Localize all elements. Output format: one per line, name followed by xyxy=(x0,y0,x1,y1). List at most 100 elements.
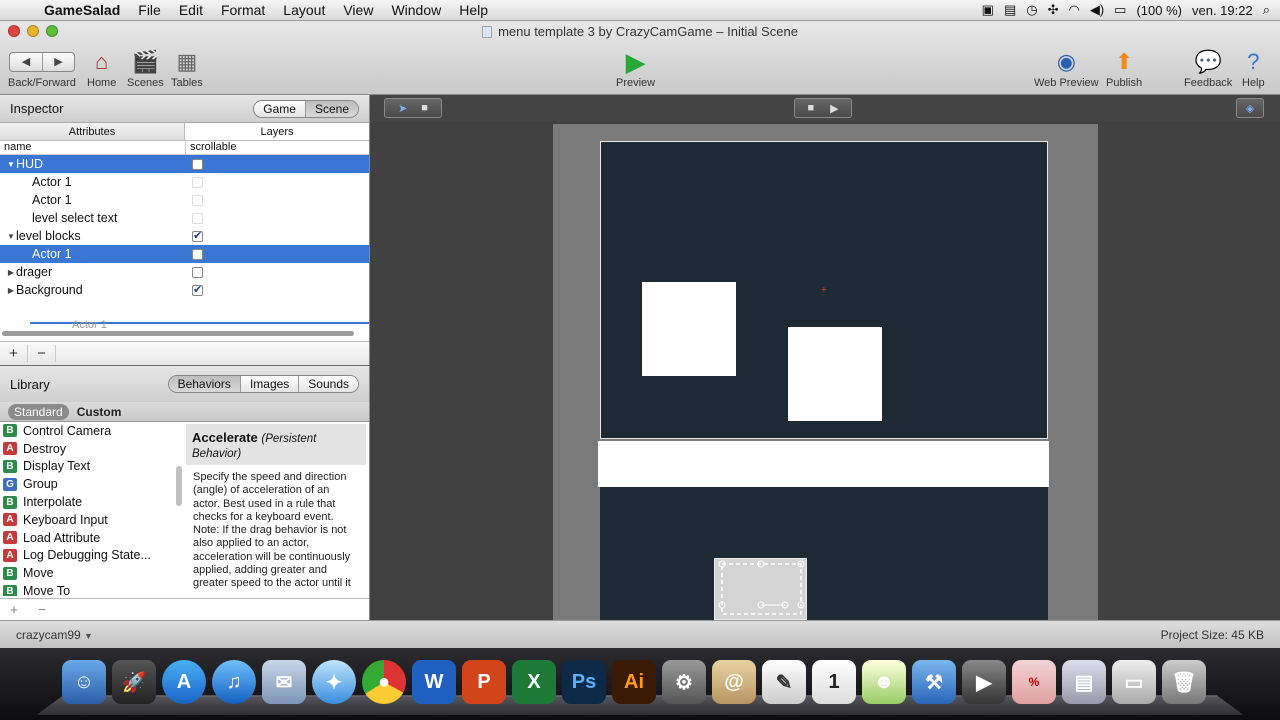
scene-tab[interactable]: Scene xyxy=(304,100,358,117)
scene-tool-selector[interactable]: ➤ ■ xyxy=(384,98,442,118)
menu-layout[interactable]: Layout xyxy=(274,2,334,18)
horizontal-scrollbar[interactable] xyxy=(2,331,354,336)
user-account[interactable]: crazycam99 ▼ xyxy=(16,628,93,642)
trash-icon[interactable]: 🗑 xyxy=(1162,660,1206,704)
itunes-icon[interactable]: ♫ xyxy=(212,660,256,704)
menu-edit[interactable]: Edit xyxy=(170,2,212,18)
behavior-list-scrollbar[interactable] xyxy=(176,466,182,506)
powerpoint-icon[interactable]: P xyxy=(462,660,506,704)
system-preferences-icon[interactable]: ⚙ xyxy=(662,660,706,704)
behavior-item[interactable]: B Move To xyxy=(0,582,176,596)
screen-recorder-icon[interactable]: ▶ xyxy=(962,660,1006,704)
scrollable-checkbox[interactable] xyxy=(192,266,203,278)
textedit-icon[interactable]: ✎ xyxy=(762,660,806,704)
home-button[interactable]: ⌂ Home xyxy=(87,47,116,89)
behavior-item[interactable]: A Keyboard Input xyxy=(0,511,176,529)
layer-row[interactable]: Actor 1 xyxy=(0,245,369,263)
tab-images[interactable]: Images xyxy=(239,376,299,392)
clock[interactable]: ven. 19:22 xyxy=(1192,3,1253,18)
menu-help[interactable]: Help xyxy=(450,2,497,18)
excel-icon[interactable]: X xyxy=(512,660,556,704)
battery-icon[interactable]: ▭ xyxy=(1114,2,1126,18)
add-layer-button[interactable]: + xyxy=(0,345,28,362)
scrollable-checkbox[interactable] xyxy=(192,176,203,188)
scrollable-checkbox[interactable] xyxy=(192,212,203,224)
launchpad-icon[interactable]: 🚀 xyxy=(112,660,156,704)
tab-sounds[interactable]: Sounds xyxy=(298,376,358,392)
volume-icon[interactable]: ◀) xyxy=(1090,2,1104,18)
contacts-icon[interactable]: @ xyxy=(712,660,756,704)
selected-actor-frame[interactable] xyxy=(714,558,807,620)
column-scrollable[interactable]: scrollable xyxy=(186,141,236,154)
actor-white-strip[interactable] xyxy=(598,441,1049,487)
scrollable-checkbox[interactable] xyxy=(192,283,203,296)
scenes-button[interactable]: 🎬 Scenes xyxy=(127,47,164,89)
time-machine-icon[interactable]: ◷ xyxy=(1026,2,1037,18)
tab-behaviors[interactable]: Behaviors xyxy=(168,376,240,392)
behavior-item[interactable]: A Log Debugging State... xyxy=(0,547,176,565)
preview-app-icon[interactable]: ✉ xyxy=(262,660,306,704)
add-behavior-button[interactable]: + xyxy=(0,602,28,617)
document-icon[interactable]: ▤ xyxy=(1004,2,1016,18)
app-store-icon[interactable]: A xyxy=(162,660,206,704)
layer-row[interactable]: ▼ level blocks xyxy=(0,227,369,245)
disclosure-closed-icon[interactable]: ▶ xyxy=(6,286,16,295)
menu-format[interactable]: Format xyxy=(212,2,274,18)
publish-button[interactable]: ⬆ Publish xyxy=(1106,47,1142,89)
disclosure-open-icon[interactable]: ▼ xyxy=(6,232,16,241)
chrome-icon[interactable]: ● xyxy=(362,660,406,704)
tables-button[interactable]: ▦ Tables xyxy=(171,47,203,89)
preview-button[interactable]: ▶ Preview xyxy=(616,47,655,90)
layer-row[interactable]: Actor 1 xyxy=(0,191,369,209)
finder-icon[interactable]: ☺ xyxy=(62,660,106,704)
actor-block-2[interactable] xyxy=(788,327,882,421)
remove-layer-button[interactable]: − xyxy=(28,345,56,362)
gamesalad-icon[interactable]: ☻ xyxy=(862,660,906,704)
bluetooth-icon[interactable]: ✣ xyxy=(1048,2,1059,18)
disclosure-open-icon[interactable]: ▼ xyxy=(6,160,16,169)
forward-arrow-icon[interactable]: ▶ xyxy=(41,53,74,71)
downloads-stack-icon[interactable]: ▤ xyxy=(1062,660,1106,704)
wifi-icon[interactable]: ◠ xyxy=(1069,2,1080,18)
back-arrow-icon[interactable]: ◀ xyxy=(10,53,42,71)
xcode-icon[interactable]: ⚒ xyxy=(912,660,956,704)
behavior-item[interactable]: B Display Text xyxy=(0,458,176,476)
help-button[interactable]: ? Help xyxy=(1242,47,1265,89)
layer-row[interactable]: level select text xyxy=(0,209,369,227)
safari-icon[interactable]: ✦ xyxy=(312,660,356,704)
scene-options-button[interactable]: ◈ xyxy=(1236,98,1264,118)
menu-view[interactable]: View xyxy=(334,2,382,18)
camera-tool-icon[interactable]: ■ xyxy=(421,102,428,114)
scrollable-checkbox[interactable] xyxy=(192,229,203,242)
stop-icon[interactable]: ■ xyxy=(807,102,814,114)
remove-behavior-button[interactable]: − xyxy=(28,602,56,617)
menu-file[interactable]: File xyxy=(129,2,170,18)
scrollable-checkbox[interactable] xyxy=(192,194,203,206)
scrollable-checkbox[interactable] xyxy=(192,158,203,170)
document-thumbnail-icon[interactable]: % xyxy=(1012,660,1056,704)
calendar-icon[interactable]: 1 xyxy=(812,660,856,704)
play-scene-icon[interactable]: ▶ xyxy=(830,102,838,115)
spotlight-icon[interactable]: ⌕ xyxy=(1263,2,1270,18)
word-icon[interactable]: W xyxy=(412,660,456,704)
subtab-custom[interactable]: Custom xyxy=(77,405,122,419)
tab-attributes[interactable]: Attributes xyxy=(0,123,184,140)
screenshot-stack-icon[interactable]: ▭ xyxy=(1112,660,1156,704)
column-name[interactable]: name xyxy=(0,141,186,154)
layer-row[interactable]: ▶ Background xyxy=(0,281,369,299)
scrollable-checkbox[interactable] xyxy=(192,248,203,260)
layer-row[interactable]: ▶ drager xyxy=(0,263,369,281)
illustrator-icon[interactable]: Ai xyxy=(612,660,656,704)
photoshop-icon[interactable]: Ps xyxy=(562,660,606,704)
menu-app-name[interactable]: GameSalad xyxy=(40,2,129,18)
layer-row[interactable]: Actor 1 xyxy=(0,173,369,191)
behavior-item[interactable]: G Group xyxy=(0,475,176,493)
camera-icon[interactable]: ▣ xyxy=(982,2,994,18)
feedback-button[interactable]: 💬 Feedback xyxy=(1184,47,1232,89)
actor-block-1[interactable] xyxy=(642,282,736,376)
arrow-cursor-icon[interactable]: ➤ xyxy=(398,102,407,115)
tab-layers[interactable]: Layers xyxy=(184,123,369,140)
behavior-item[interactable]: A Destroy xyxy=(0,440,176,458)
behavior-item[interactable]: B Interpolate xyxy=(0,493,176,511)
behavior-item[interactable]: A Load Attribute xyxy=(0,529,176,547)
